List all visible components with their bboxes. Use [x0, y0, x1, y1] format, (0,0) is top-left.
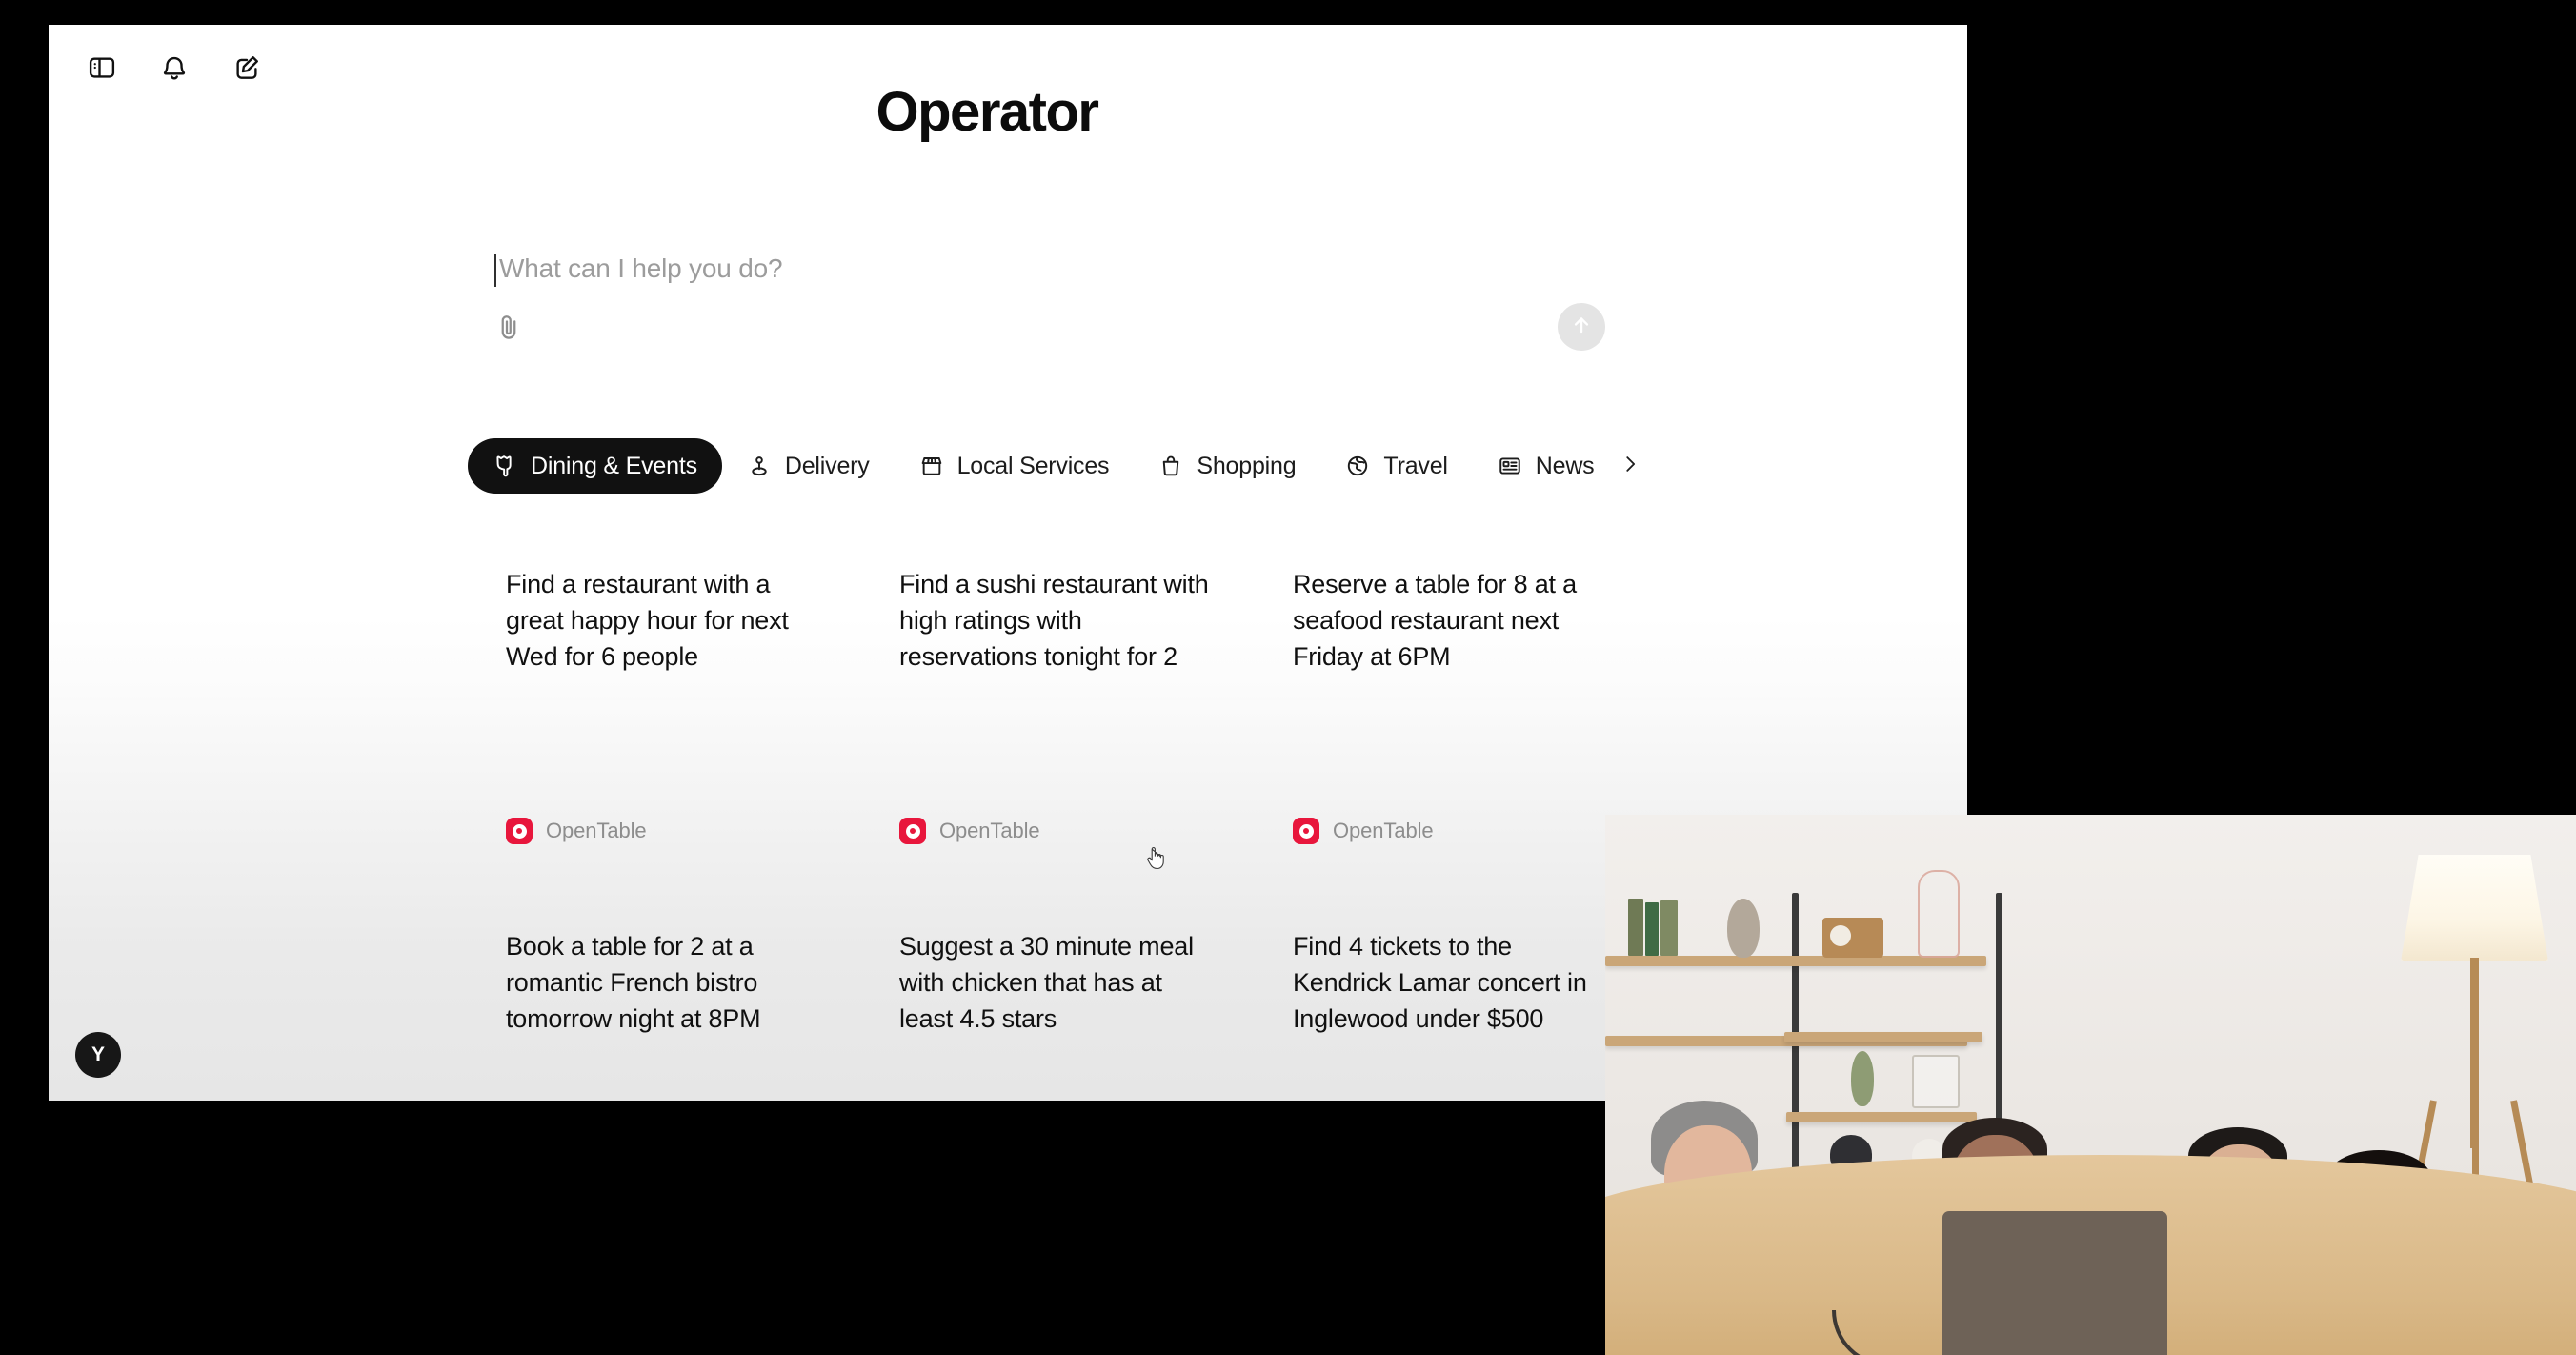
category-chip-travel[interactable]: Travel [1320, 438, 1472, 494]
news-card-icon [1498, 454, 1522, 478]
suggestion-grid: Find a restaurant with a great happy hou… [468, 520, 1649, 1101]
category-chip-row: Dining & Events Delivery Local Services … [468, 435, 1659, 497]
suggestion-card[interactable]: Suggest a 30 minute meal with chicken th… [861, 882, 1255, 1101]
suggestion-card[interactable]: Find 4 tickets to the Kendrick Lamar con… [1255, 882, 1648, 1101]
suggestion-text: Reserve a table for 8 at a seafood resta… [1293, 570, 1577, 671]
category-chip-label: News [1535, 452, 1595, 479]
composer-toolbar [468, 301, 1630, 360]
screen-root: Operator What can I help you do? Dining … [0, 0, 2576, 1355]
category-chip-shopping[interactable]: Shopping [1134, 438, 1320, 494]
shelf-board [1784, 1032, 1982, 1042]
arrow-up-icon [1569, 313, 1594, 342]
storefront-icon [919, 454, 944, 478]
globe-icon [1345, 454, 1370, 478]
send-button[interactable] [1558, 303, 1605, 351]
suggestion-source-label: OpenTable [546, 819, 647, 842]
top-toolbar [49, 25, 1967, 111]
category-chip-label: Delivery [784, 452, 870, 479]
shopping-bag-icon [1158, 454, 1183, 478]
category-chip-label: Shopping [1197, 452, 1297, 479]
suggestion-text: Find 4 tickets to the Kendrick Lamar con… [1293, 932, 1587, 1033]
notifications-button[interactable] [150, 43, 199, 92]
suggestion-source: OpenTable [506, 818, 647, 844]
category-chip-label: Local Services [956, 452, 1110, 479]
paperclip-icon [494, 313, 523, 346]
lamp-shade [2401, 855, 2548, 961]
video-laptop [1942, 1211, 2167, 1355]
chevron-right-icon [1620, 454, 1640, 479]
shelf-radio-speaker [1830, 925, 1851, 946]
category-chip-label: Dining & Events [531, 452, 697, 479]
category-chip-dining-events[interactable]: Dining & Events [468, 438, 722, 494]
category-chip-local-services[interactable]: Local Services [895, 438, 1135, 494]
suggestion-text: Find a sushi restaurant with high rating… [899, 570, 1209, 671]
video-overlay[interactable] [1605, 815, 2576, 1355]
opentable-icon [899, 818, 926, 844]
suggestion-text: Book a table for 2 at a romantic French … [506, 932, 761, 1033]
category-scroll-next-button[interactable] [1611, 438, 1649, 494]
suggestion-card[interactable]: Reserve a table for 8 at a seafood resta… [1255, 520, 1648, 882]
suggestion-text: Suggest a 30 minute meal with chicken th… [899, 932, 1194, 1033]
shelf-wire-figure [1918, 870, 1960, 958]
sidebar-icon [88, 53, 116, 82]
shelf-vase [1727, 899, 1760, 958]
laptop-cable [1832, 1310, 1965, 1355]
category-chip-label: Travel [1383, 452, 1448, 479]
sidebar-toggle-button[interactable] [77, 43, 127, 92]
location-pin-icon [747, 454, 772, 478]
restaurant-icon [493, 454, 517, 478]
composer-placeholder: What can I help you do? [499, 253, 783, 283]
opentable-icon [506, 818, 533, 844]
suggestion-source: OpenTable [1293, 818, 1434, 844]
compose-icon [232, 53, 261, 82]
shelf-bottle [1851, 1051, 1874, 1106]
account-avatar[interactable]: Y [75, 1032, 121, 1078]
suggestion-text: Find a restaurant with a great happy hou… [506, 570, 789, 671]
category-chip-delivery[interactable]: Delivery [722, 438, 895, 494]
suggestion-source-label: OpenTable [1333, 819, 1434, 842]
text-caret [494, 254, 496, 287]
suggestion-card[interactable]: Find a sushi restaurant with high rating… [861, 520, 1255, 882]
category-chip-news[interactable]: News [1473, 438, 1611, 494]
opentable-icon [1293, 818, 1319, 844]
attach-file-button[interactable] [487, 307, 531, 351]
new-chat-button[interactable] [222, 43, 272, 92]
suggestion-card[interactable]: Book a table for 2 at a romantic French … [468, 882, 861, 1101]
shelf-book [1660, 900, 1678, 956]
shelf-newton-cradle [1912, 1055, 1960, 1108]
composer[interactable]: What can I help you do? [468, 242, 1630, 366]
bell-icon [160, 53, 189, 82]
category-chip-scroller[interactable]: Dining & Events Delivery Local Services … [468, 438, 1611, 494]
suggestion-source-label: OpenTable [939, 819, 1040, 842]
composer-input-row[interactable]: What can I help you do? [468, 242, 1630, 303]
suggestion-card[interactable]: Find a restaurant with a great happy hou… [468, 520, 861, 882]
suggestion-source: OpenTable [899, 818, 1040, 844]
